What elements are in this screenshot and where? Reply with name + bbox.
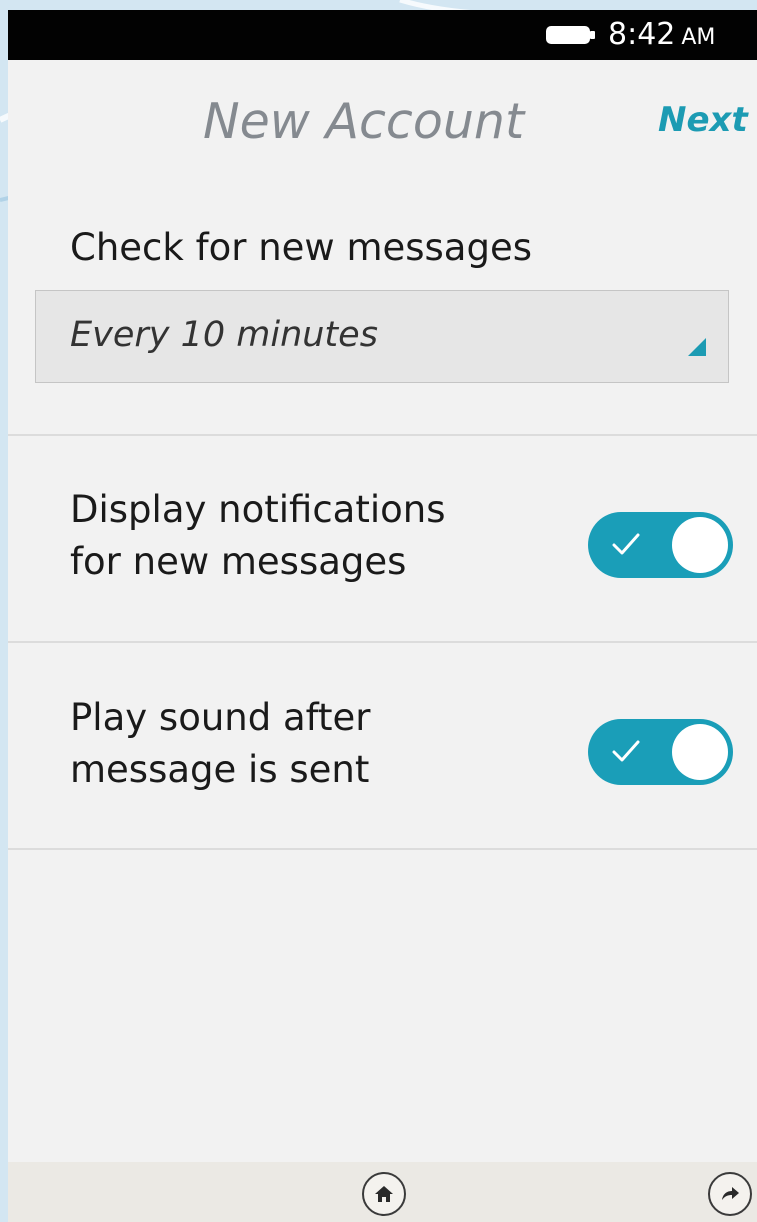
play-sound-toggle[interactable] — [588, 719, 733, 785]
app-screen: New Account Next Check for new messages … — [8, 60, 757, 1162]
divider — [8, 641, 757, 643]
check-frequency-select[interactable]: Every 10 minutes — [35, 290, 729, 383]
toggle-knob — [672, 517, 728, 573]
home-icon — [375, 1186, 393, 1202]
check-frequency-value: Every 10 minutes — [70, 315, 378, 355]
divider — [8, 848, 757, 850]
play-sound-label: Play sound after message is sent — [70, 692, 371, 796]
status-bar: 8:42 AM — [8, 10, 757, 60]
display-notifications-line1: Display notifications — [70, 488, 446, 531]
display-notifications-toggle[interactable] — [588, 512, 733, 578]
dropdown-arrow-icon — [688, 338, 706, 356]
home-button[interactable] — [362, 1172, 406, 1216]
toggle-knob — [672, 724, 728, 780]
divider — [8, 434, 757, 436]
checkmark-icon — [612, 533, 640, 555]
clock-ampm: AM — [681, 25, 716, 50]
next-button[interactable]: Next — [658, 96, 748, 144]
display-notifications-label: Display notifications for new messages — [70, 484, 446, 588]
clock-time: 8:42 — [608, 17, 676, 52]
play-sound-line1: Play sound after — [70, 696, 371, 739]
play-sound-line2: message is sent — [70, 748, 370, 791]
software-button-bar — [8, 1162, 757, 1222]
checkmark-icon — [612, 740, 640, 762]
status-clock: 8:42 AM — [608, 12, 715, 58]
battery-icon — [546, 26, 595, 44]
page-title: New Account — [203, 93, 525, 150]
forward-button[interactable] — [708, 1172, 752, 1216]
forward-arrow-icon — [722, 1187, 739, 1200]
check-messages-label: Check for new messages — [70, 226, 533, 269]
display-notifications-line2: for new messages — [70, 540, 407, 583]
